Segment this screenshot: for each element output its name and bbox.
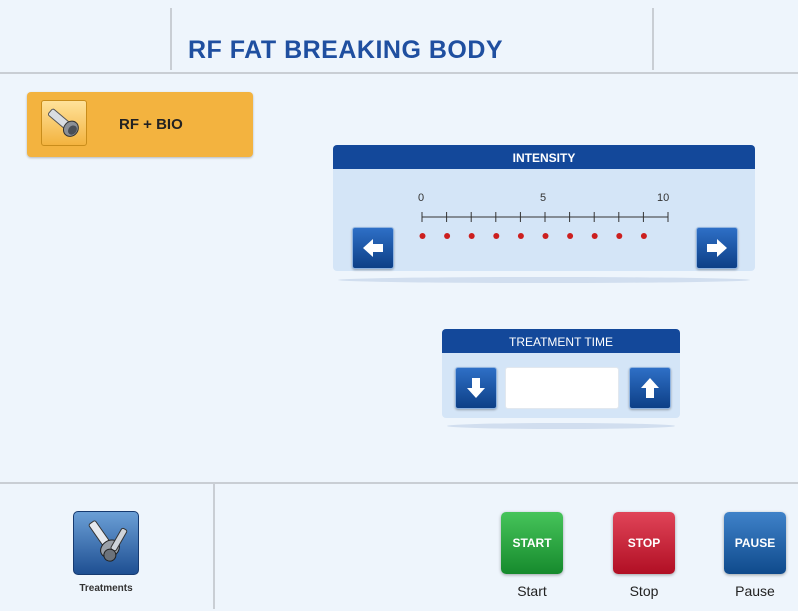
footer-divider: [213, 484, 215, 609]
intensity-level-dot: [616, 233, 623, 239]
treatment-tools-icon: [88, 520, 128, 562]
intensity-scale-max: 10: [657, 192, 670, 204]
time-decrease-button[interactable]: [455, 367, 497, 409]
pause-button[interactable]: PAUSE: [724, 512, 786, 574]
stop-button[interactable]: STOP: [613, 512, 675, 574]
intensity-scale: [419, 212, 669, 239]
treatments-label: Treatments: [79, 583, 133, 594]
stop-label: Stop: [629, 583, 659, 599]
header-bar: RF FAT BREAKING BODY: [0, 0, 798, 74]
mode-rf-bio-button[interactable]: RF + BIO: [27, 92, 253, 157]
pause-label: Pause: [735, 583, 775, 599]
arrow-left-icon: [363, 239, 383, 257]
treatment-time-reflection: [447, 423, 675, 429]
intensity-increase-button[interactable]: [696, 227, 738, 269]
arrow-right-icon: [707, 239, 727, 257]
start-label: Start: [517, 583, 547, 599]
treatment-time-title: TREATMENT TIME: [442, 329, 680, 353]
start-button[interactable]: START: [501, 512, 563, 574]
intensity-level-dot: [468, 233, 475, 239]
intensity-level-dot: [419, 233, 426, 239]
time-increase-button[interactable]: [629, 367, 671, 409]
treatments-button[interactable]: [73, 511, 139, 575]
intensity-scale-min: 0: [418, 192, 425, 204]
arrow-down-icon: [467, 378, 485, 398]
header-divider-left: [170, 8, 172, 70]
arrow-up-icon: [641, 378, 659, 398]
intensity-scale-mid: 5: [540, 192, 547, 204]
treatment-time-field[interactable]: [505, 367, 619, 409]
intensity-level-dot: [444, 233, 451, 239]
intensity-decrease-button[interactable]: [352, 227, 394, 269]
intensity-level-dot: [517, 233, 524, 239]
mode-label: RF + BIO: [119, 116, 183, 133]
intensity-level-dot: [493, 233, 500, 239]
intensity-level-dot: [591, 233, 598, 239]
intensity-level-dot: [640, 233, 647, 239]
page-title: RF FAT BREAKING BODY: [188, 36, 504, 64]
intensity-level-dot: [542, 233, 549, 239]
rf-handpiece-icon: [41, 100, 87, 146]
intensity-title: INTENSITY: [333, 145, 755, 169]
header-divider-right: [652, 8, 654, 70]
intensity-panel-reflection: [338, 277, 750, 283]
intensity-level-dot: [567, 233, 574, 239]
